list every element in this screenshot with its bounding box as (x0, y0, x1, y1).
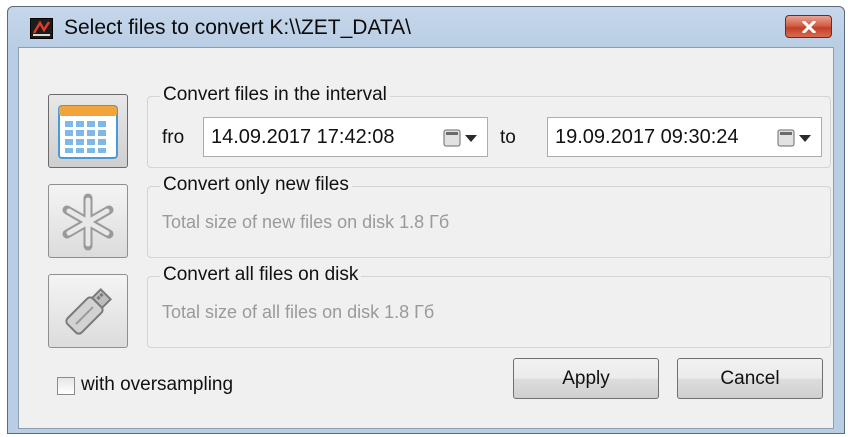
interval-group-label: Convert files in the interval (160, 84, 390, 106)
to-label: to (500, 127, 516, 148)
dialog-window: Select files to convert K:\\ZET_DATA\ Co… (7, 6, 845, 434)
cancel-button[interactable]: Cancel (677, 358, 823, 399)
interval-option-button[interactable] (48, 94, 128, 168)
calendar-dropdown-icon[interactable] (443, 129, 479, 147)
all-files-group: Convert all files on disk Total size of … (147, 264, 831, 348)
new-files-group-label: Convert only new files (160, 174, 352, 196)
asterisk-icon (62, 193, 114, 251)
calendar-dropdown-icon[interactable] (777, 129, 813, 147)
title-bar[interactable]: Select files to convert K:\\ZET_DATA\ (8, 7, 844, 47)
all-files-size-text: Total size of all files on disk 1.8 Гб (162, 302, 435, 322)
close-button[interactable] (785, 15, 832, 38)
dialog-body: Convert files in the interval fro 14.09.… (18, 47, 834, 429)
from-date-value: 14.09.2017 17:42:08 (211, 126, 395, 148)
usb-drive-icon (65, 287, 113, 335)
calendar-icon (58, 105, 118, 159)
from-date-field[interactable]: 14.09.2017 17:42:08 (203, 117, 488, 157)
all-files-option-button[interactable] (48, 274, 128, 348)
oversampling-checkbox[interactable] (57, 377, 75, 395)
oversampling-label[interactable]: with oversampling (81, 374, 233, 396)
to-date-field[interactable]: 19.09.2017 09:30:24 (547, 117, 822, 157)
app-icon[interactable] (30, 18, 53, 39)
from-label: fro (162, 127, 185, 148)
new-files-group: Convert only new files Total size of new… (147, 174, 831, 258)
all-files-group-label: Convert all files on disk (160, 264, 362, 286)
new-files-size-text: Total size of new files on disk 1.8 Гб (162, 212, 450, 232)
interval-group: Convert files in the interval fro 14.09.… (147, 84, 831, 168)
to-date-value: 19.09.2017 09:30:24 (555, 126, 739, 148)
apply-button[interactable]: Apply (513, 358, 659, 399)
close-icon (802, 21, 816, 33)
window-title: Select files to convert K:\\ZET_DATA\ (64, 16, 412, 39)
new-files-option-button[interactable] (48, 184, 128, 258)
